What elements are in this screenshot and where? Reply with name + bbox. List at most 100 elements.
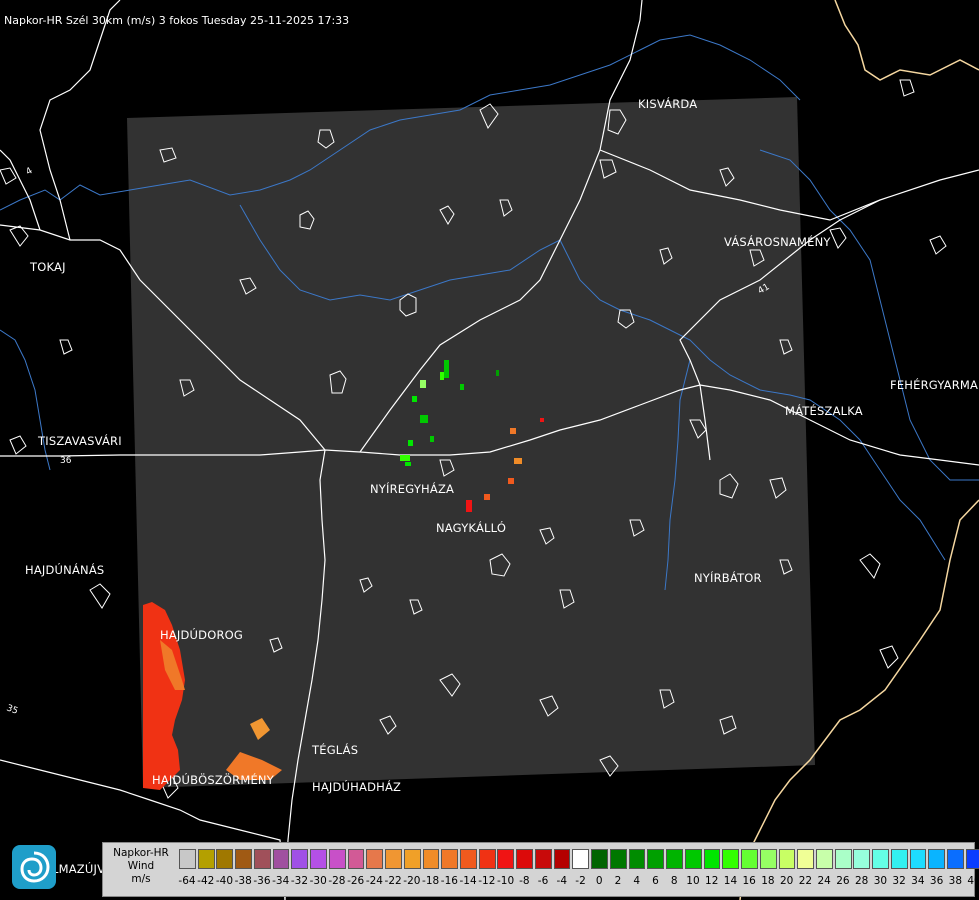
legend-tick-label: 34 (911, 875, 925, 887)
legend-swatch (853, 849, 871, 869)
city-label-mateszalka: MÁTÉSZALKA (785, 404, 863, 418)
legend-tick-label: 22 (798, 875, 813, 887)
legend-swatch (890, 849, 908, 869)
legend-swatch (235, 849, 252, 869)
city-label-hajduhadhaz: HAJDÚHADHÁZ (312, 780, 402, 794)
legend-tick-label: 12 (705, 875, 719, 887)
legend-swatch (347, 849, 365, 869)
city-label-fehergyarmat: FEHÉRGYARMA (890, 378, 979, 392)
city-label-vasarosnameny: VÁSÁROSNAMÉNY (724, 235, 831, 249)
road-number: 36 (60, 456, 72, 466)
legend-swatch (909, 849, 927, 869)
legend-tick-label: 14 (723, 875, 738, 887)
city-label-nyiregyhaza: NYÍREGYHÁZA (370, 482, 455, 496)
legend-tick-label: -34 (272, 875, 290, 887)
legend-swatch (684, 849, 702, 869)
legend-swatch (385, 849, 402, 869)
legend-swatch (516, 849, 534, 869)
legend-swatch (591, 849, 608, 869)
legend-tick-label: 24 (817, 875, 831, 887)
legend-swatch (628, 849, 646, 869)
legend-tick-label: -4 (556, 875, 568, 887)
city-label-hajduboszormeny: HAJDÚBÖSZÖRMÉNY (152, 773, 274, 787)
legend-tick-label: 38 (948, 875, 963, 887)
legend-swatch (366, 849, 384, 869)
legend-swatch (815, 849, 833, 869)
legend-swatch (722, 849, 740, 869)
legend-swatch (759, 849, 777, 869)
city-label-tokaj: TOKAJ (30, 260, 66, 274)
legend-tick-label: 18 (761, 875, 775, 887)
legend-tick-label: -12 (478, 875, 496, 887)
legend-title: Napkor-HR Wind m/s (106, 847, 176, 886)
legend-tick-label: 36 (929, 875, 944, 887)
legend-tick-label: -8 (519, 875, 530, 887)
legend-tick-label: -24 (365, 875, 383, 887)
legend-swatch (928, 849, 946, 869)
legend-swatch (291, 849, 309, 869)
legend-tick-label: -16 (440, 875, 458, 887)
legend-tick-label: 32 (892, 875, 906, 887)
legend-swatch (553, 849, 571, 869)
legend-tick-label: -2 (575, 875, 586, 887)
city-label-hajdudorog: HAJDÚDOROG (160, 628, 244, 642)
legend-swatch (478, 849, 496, 869)
legend-tick-label: -10 (497, 875, 515, 887)
legend-tick-label: 6 (652, 875, 659, 887)
legend-swatch (741, 849, 758, 869)
legend-swatch (534, 849, 552, 869)
legend-swatch (460, 849, 477, 869)
legend-tick-label: -14 (459, 875, 477, 887)
legend-tick-label: 26 (836, 875, 850, 887)
legend-tick-label: -36 (253, 875, 271, 887)
city-label-hajdunanas: HAJDÚNÁNÁS (25, 563, 105, 577)
legend-tick-label: -28 (328, 875, 346, 887)
legend-title-line: Wind (127, 860, 155, 872)
legend-swatch (609, 849, 627, 869)
legend-swatch (328, 849, 346, 869)
legend-tick-label: 40 (967, 875, 979, 887)
legend-swatch (403, 849, 421, 869)
legend-tick-label: -30 (309, 875, 327, 887)
legend-swatch (422, 849, 440, 869)
legend-tick-label: -32 (290, 875, 309, 887)
legend-swatch (797, 849, 815, 869)
legend-swatch (253, 849, 271, 869)
legend-swatch (310, 849, 327, 869)
legend-swatch (441, 849, 459, 869)
legend-tick-label: 8 (670, 875, 678, 887)
city-label-nagykallo: NAGYKÁLLÓ (436, 521, 507, 535)
map-title: Napkor-HR Szél 30km (m/s) 3 fokos Tuesda… (4, 14, 350, 27)
legend-swatch (778, 849, 796, 869)
legend-title-line: m/s (131, 873, 151, 885)
legend-swatch (703, 849, 721, 869)
city-label-nyirbator: NYÍRBÁTOR (694, 571, 762, 585)
road-number: 35 (5, 703, 19, 716)
legend-tick-label: -26 (347, 875, 365, 887)
legend-tick-label: -6 (537, 875, 549, 887)
legend-tick-label: 30 (873, 875, 888, 887)
city-label-kisvarda: KISVÁRDA (638, 97, 698, 111)
legend-tick-label: 10 (686, 875, 700, 887)
legend-tick-label: 28 (854, 875, 869, 887)
legend-ticks: -64 -42 -40 -38 -36 -34 -32 -30 -28 -26 -24 -22 -20-… (178, 875, 979, 891)
legend-tick-label: 4 (633, 875, 641, 887)
legend-tick-label: -22 (384, 875, 402, 887)
radar-map: 4 41 36 35 (0, 0, 979, 900)
legend-tick-label: 20 (779, 875, 794, 887)
legend-swatch (834, 849, 852, 869)
legend-swatch (272, 849, 290, 869)
legend-swatch (666, 849, 683, 869)
legend-swatch (965, 849, 979, 869)
city-label-teglas: TÉGLÁS (312, 743, 359, 757)
napkor-logo (12, 845, 56, 889)
legend-tick-label: -18 (422, 875, 440, 887)
legend-title-line: Napkor-HR (113, 847, 169, 859)
legend-tick-label: 2 (614, 875, 622, 887)
legend-tick-label: -42 (197, 875, 215, 887)
legend-swatch (572, 849, 590, 869)
legend-tick-label: -64 (178, 875, 196, 887)
legend-tick-label: 0 (595, 875, 603, 887)
radar-coverage-area (127, 97, 815, 788)
legend-swatch (947, 849, 964, 869)
